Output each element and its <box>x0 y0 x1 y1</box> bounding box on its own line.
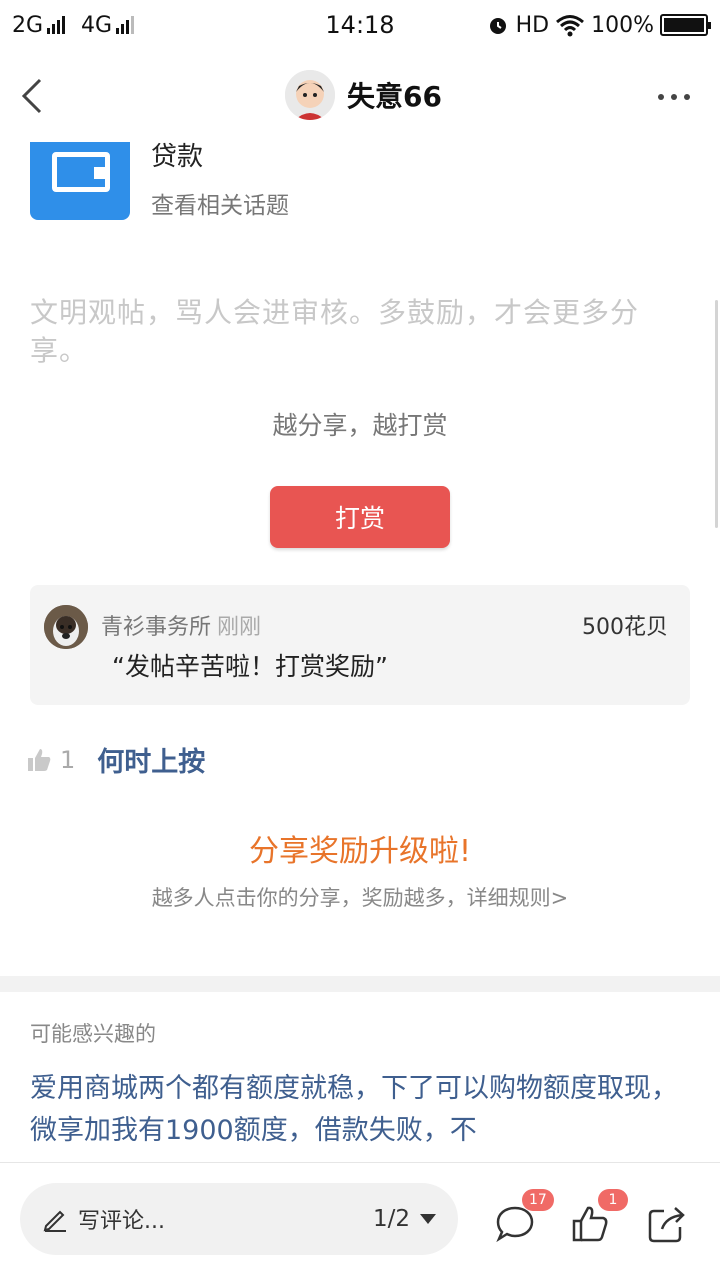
topic-subtitle[interactable]: 查看相关话题 <box>151 186 289 220</box>
tip-message: “发帖辛苦啦！打赏奖励” <box>112 652 388 681</box>
reward-button[interactable]: 打赏 <box>270 486 450 548</box>
share-rules-link[interactable]: 越多人点击你的分享，奖励越多，详细规则> <box>0 882 720 912</box>
share-icon <box>648 1207 685 1243</box>
share-upgrade-title: 分享奖励升级啦! <box>248 834 472 869</box>
alarm-icon <box>489 18 506 34</box>
avatar[interactable] <box>44 605 88 649</box>
comment-placeholder: 写评论... <box>78 1209 165 1234</box>
network-label-2g: 2G <box>12 12 44 38</box>
battery-percent: 100% <box>591 12 654 38</box>
section-divider <box>0 976 720 992</box>
chevron-left-icon <box>21 78 42 114</box>
comment-input[interactable]: 写评论... 1/2 <box>20 1183 458 1255</box>
wifi-icon <box>556 15 585 37</box>
tip-card: 青衫事务所 刚刚 500花贝 “发帖辛苦啦！打赏奖励” <box>30 585 690 705</box>
network-label-4g: 4G <box>81 12 113 38</box>
share-button[interactable] <box>646 1203 688 1245</box>
status-time: 14:18 <box>325 11 395 39</box>
tipper-name[interactable]: 青衫事务所 <box>101 615 211 640</box>
comment-count-badge: 17 <box>522 1189 554 1211</box>
recommended-post-link[interactable]: 爱用商城两个都有额度就稳，下了可以购物额度取现，微享加我有1900额度，借款失败… <box>30 1068 695 1152</box>
bottom-bar: 写评论... 1/2 17 1 <box>0 1162 720 1280</box>
reward-slogan: 越分享，越打赏 <box>272 411 448 440</box>
avatar[interactable] <box>285 70 335 120</box>
battery-icon <box>660 14 711 36</box>
civility-notice: 文明观帖，骂人会进审核。多鼓励，才会更多分享。 <box>30 296 640 367</box>
like-row: 1 何时上按 <box>26 740 205 779</box>
like-count: 1 <box>60 745 76 774</box>
comments-button[interactable]: 17 <box>494 1189 554 1245</box>
like-button[interactable]: 1 <box>570 1189 628 1245</box>
signal-icon <box>47 16 66 34</box>
signal-icon <box>116 16 135 34</box>
more-button[interactable] <box>658 94 690 100</box>
post-title: 何时上按 <box>97 747 206 778</box>
status-bar: 2G 4G 14:18 HD 100% <box>0 0 720 50</box>
author-name[interactable]: 失意66 <box>347 75 442 115</box>
interest-label: 可能感兴趣的 <box>30 1022 156 1046</box>
hd-label: HD <box>515 12 550 38</box>
top-nav: 失意66 <box>0 50 720 142</box>
thumbs-up-icon[interactable] <box>26 747 52 773</box>
tip-time: 刚刚 <box>217 615 262 640</box>
dropdown-arrow-icon[interactable] <box>420 1214 436 1224</box>
page-indicator[interactable]: 1/2 <box>373 1206 410 1232</box>
like-count-badge: 1 <box>598 1189 628 1211</box>
back-button[interactable] <box>18 76 48 116</box>
tip-amount: 500花贝 <box>582 615 668 640</box>
wallet-icon <box>30 142 130 220</box>
topic-title: 贷款 <box>151 142 204 172</box>
scrollbar[interactable] <box>715 300 718 528</box>
pen-icon <box>43 1210 66 1232</box>
topic-card[interactable]: 贷款 查看相关话题 <box>30 142 690 222</box>
more-dots-icon <box>658 94 664 100</box>
author-header[interactable]: 失意66 <box>285 70 442 120</box>
